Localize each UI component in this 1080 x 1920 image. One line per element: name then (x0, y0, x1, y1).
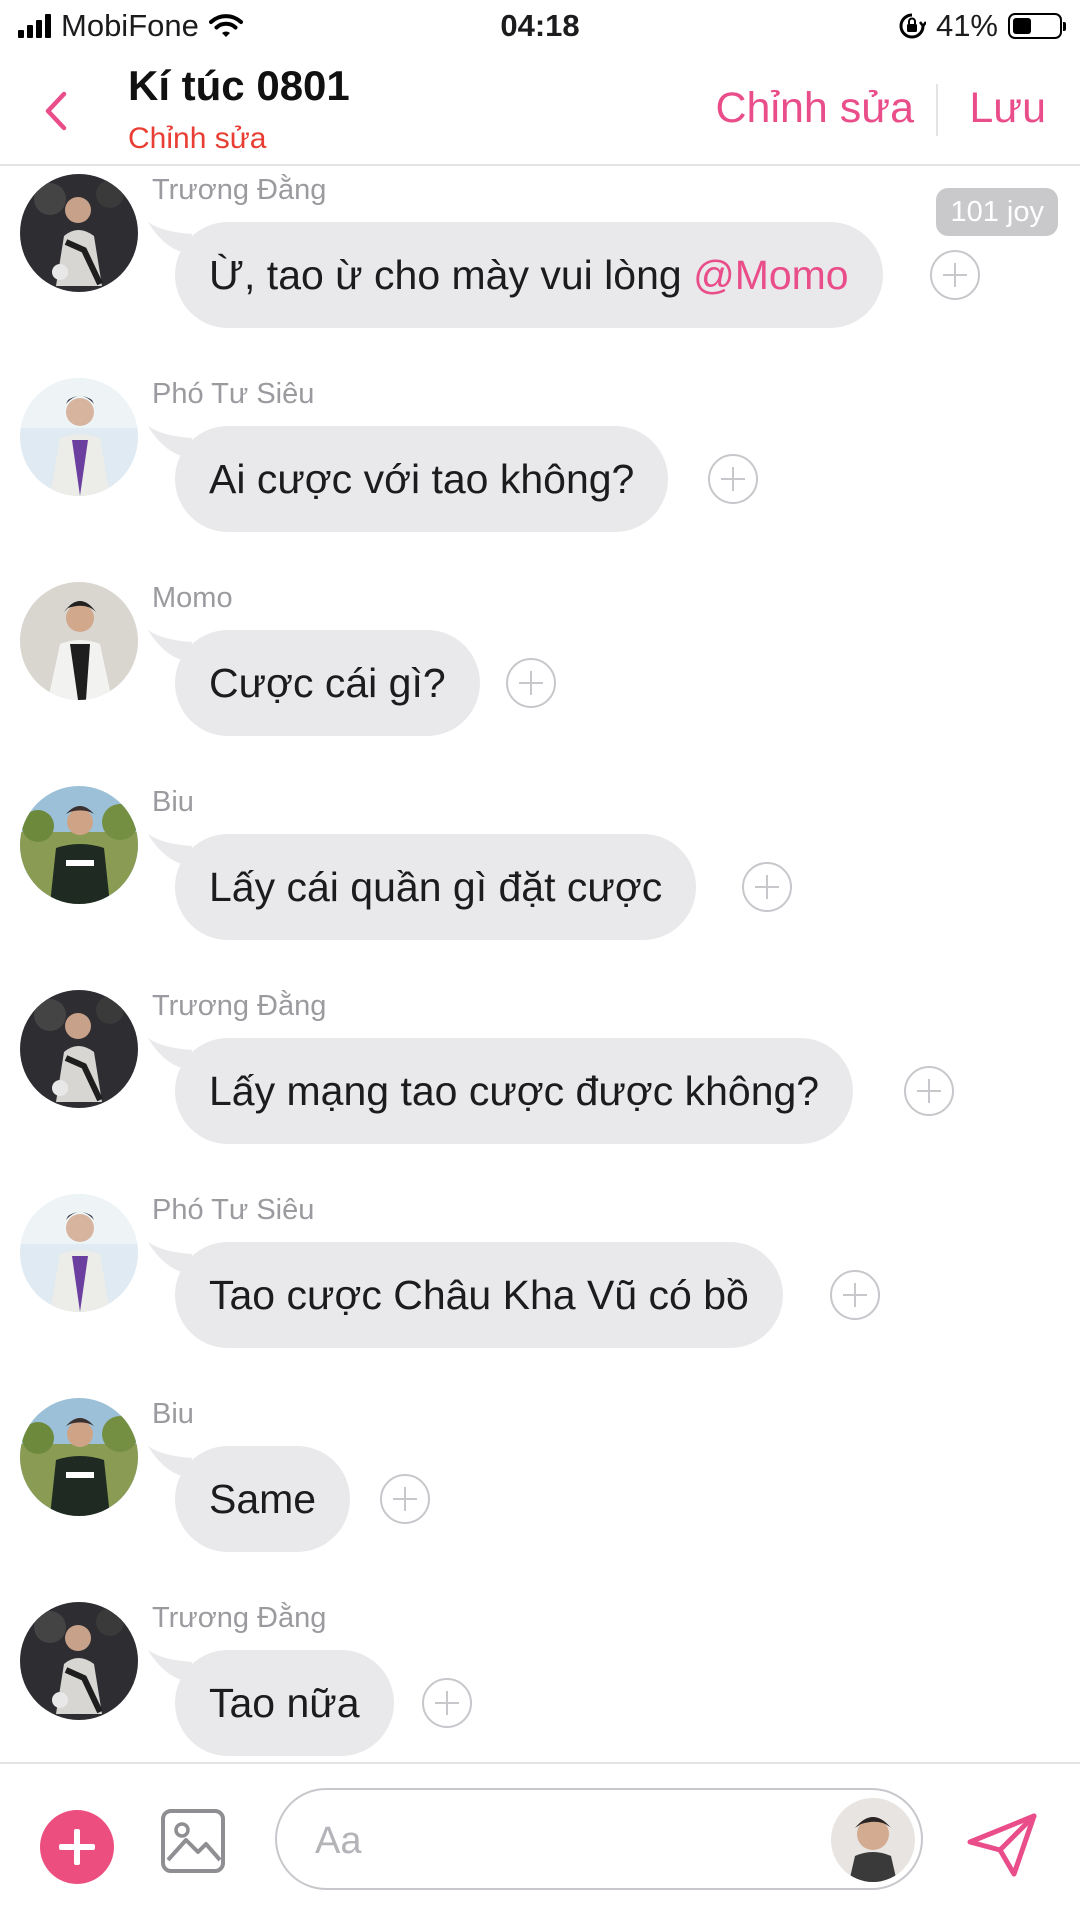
message-list[interactable]: Trương Đằng Ừ, tao ừ cho mày vui lòng @M… (0, 166, 1080, 1762)
battery-percent: 41% (935, 8, 998, 43)
add-reaction-icon[interactable] (742, 862, 792, 912)
message-row: Trương Đằng Lấy mạng tao cược được không… (0, 982, 1080, 1186)
save-button[interactable]: Lưu (969, 84, 1046, 133)
sender-name: Momo (152, 582, 233, 614)
message-row: Trương Đằng Ừ, tao ừ cho mày vui lòng @M… (0, 166, 1080, 370)
sender-name: Phó Tư Siêu (152, 1194, 315, 1226)
status-right: 41% (898, 8, 1066, 44)
message-row: Momo Cược cái gì? (0, 574, 1080, 778)
sender-name: Biu (152, 786, 194, 818)
message-text: Ai cược với tao không? (209, 456, 635, 502)
add-message-icon[interactable] (40, 1810, 114, 1884)
message-bubble[interactable]: Tao nữa (175, 1650, 394, 1756)
avatar[interactable] (20, 1194, 138, 1312)
message-row: Phó Tư Siêu Ai cược với tao không? (0, 370, 1080, 574)
add-reaction-icon[interactable] (904, 1066, 954, 1116)
message-row: Phó Tư Siêu Tao cược Châu Kha Vũ có bồ (0, 1186, 1080, 1390)
sender-name: Trương Đằng (152, 1602, 327, 1634)
sender-name: Phó Tư Siêu (152, 378, 315, 410)
sender-name: Biu (152, 1398, 194, 1430)
add-reaction-icon[interactable] (830, 1270, 880, 1320)
rotation-lock-icon (899, 13, 926, 39)
header-divider (936, 84, 938, 136)
message-bubble[interactable]: Lấy mạng tao cược được không? (175, 1038, 854, 1144)
message-bubble[interactable]: Same (175, 1446, 351, 1552)
composer-bar (0, 1762, 1080, 1920)
add-reaction-icon[interactable] (930, 250, 980, 300)
message-bubble[interactable]: Ai cược với tao không? (175, 426, 669, 532)
message-input[interactable] (313, 1812, 797, 1870)
avatar[interactable] (20, 990, 138, 1108)
message-row: Trương Đằng Tao nữa (0, 1594, 1080, 1762)
avatar[interactable] (20, 174, 138, 292)
sender-name: Trương Đằng (152, 174, 327, 206)
chat-title: Kí túc 0801 (128, 62, 350, 109)
message-bubble[interactable]: Cược cái gì? (175, 630, 480, 736)
status-bar: MobiFone 04:18 41% (0, 0, 1080, 56)
add-reaction-icon[interactable] (708, 454, 758, 504)
message-text: Same (209, 1476, 317, 1522)
edit-button[interactable]: Chỉnh sửa (716, 84, 915, 133)
back-chevron-icon[interactable] (36, 86, 76, 136)
avatar[interactable] (20, 1398, 138, 1516)
message-row: Biu Lấy cái quần gì đặt cược (0, 778, 1080, 982)
mention-link[interactable]: @Momo (693, 252, 849, 298)
message-bubble[interactable]: Lấy cái quần gì đặt cược (175, 834, 697, 940)
sender-name: Trương Đằng (152, 990, 327, 1022)
add-reaction-icon[interactable] (380, 1474, 430, 1524)
message-input-box[interactable] (275, 1788, 923, 1890)
joy-badge: 101 joy (936, 188, 1058, 236)
message-bubble[interactable]: Tao cược Châu Kha Vũ có bồ (175, 1242, 783, 1348)
message-text: Tao nữa (209, 1680, 360, 1726)
chat-header: Kí túc 0801 Chỉnh sửa Chỉnh sửa Lưu (0, 56, 1080, 166)
message-text: Cược cái gì? (209, 660, 446, 706)
avatar[interactable] (20, 786, 138, 904)
chat-subtitle[interactable]: Chỉnh sửa (128, 122, 267, 156)
message-text: Tao cược Châu Kha Vũ có bồ (209, 1272, 749, 1318)
character-avatar[interactable] (831, 1798, 915, 1882)
send-icon[interactable] (966, 1812, 1038, 1878)
message-row: Biu Same (0, 1390, 1080, 1594)
battery-icon (1008, 13, 1066, 39)
add-reaction-icon[interactable] (422, 1678, 472, 1728)
message-text: Lấy cái quần gì đặt cược (209, 864, 663, 910)
message-bubble[interactable]: Ừ, tao ừ cho mày vui lòng @Momo (175, 222, 883, 328)
message-text: Ừ, tao ừ cho mày vui lòng (209, 252, 694, 298)
add-reaction-icon[interactable] (506, 658, 556, 708)
battery-fill (1013, 18, 1031, 34)
image-icon[interactable] (160, 1808, 226, 1874)
avatar[interactable] (20, 1602, 138, 1720)
message-text: Lấy mạng tao cược được không? (209, 1068, 820, 1114)
avatar[interactable] (20, 582, 138, 700)
avatar[interactable] (20, 378, 138, 496)
